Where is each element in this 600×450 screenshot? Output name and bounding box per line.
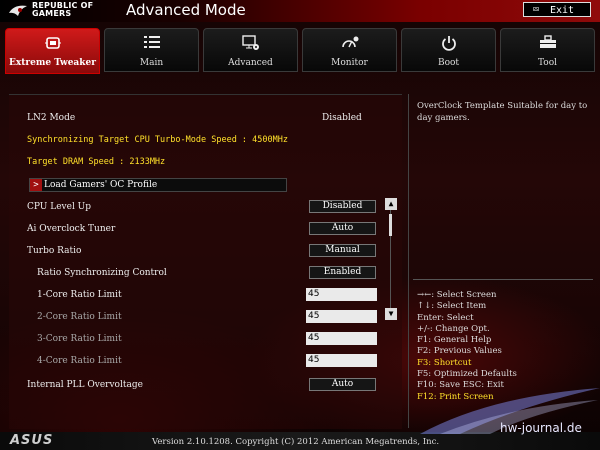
tab-advanced[interactable]: Advanced (203, 28, 298, 72)
key-hint-shortcut: F3: Shortcut (417, 357, 472, 368)
help-description: OverClock Template Suitable for day to d… (417, 101, 588, 123)
row-label: Turbo Ratio (27, 246, 82, 256)
brand-text: REPUBLIC OF GAMERS (32, 2, 93, 18)
cpu-level-up-select[interactable]: Disabled (309, 200, 376, 213)
tab-tool[interactable]: Tool (500, 28, 595, 72)
brand-line-2: GAMERS (32, 9, 72, 18)
chevron-right-icon: > (30, 179, 42, 191)
monitor-gear-icon (204, 35, 297, 53)
setting-internal-pll-overvoltage[interactable]: Internal PLL Overvoltage Auto (27, 378, 397, 392)
tab-bar: Extreme Tweaker Main Advanced Monitor Bo… (5, 28, 595, 74)
row-label: 4-Core Ratio Limit (37, 356, 122, 366)
setting-ai-overclock-tuner[interactable]: Ai Overclock Tuner Auto (27, 222, 397, 236)
key-hint: F5: Optimized Defaults (417, 369, 517, 380)
asus-logo: ASUS (10, 433, 54, 448)
settings-panel: LN2 Mode Disabled Synchronizing Target C… (9, 94, 402, 429)
help-divider (413, 279, 593, 280)
3-core-ratio-input[interactable]: 45 (306, 332, 377, 345)
exit-icon: ⮹ (532, 5, 540, 16)
power-icon (402, 35, 495, 53)
load-oc-profile-item[interactable]: > Load Gamers' OC Profile (29, 178, 287, 192)
ln2-mode-value: Disabled (322, 113, 362, 123)
key-hint: F2: Previous Values (417, 346, 502, 357)
exit-label: Exit (550, 5, 575, 16)
settings-scrollbar[interactable]: ▲ ▼ (385, 198, 397, 320)
list-icon (105, 35, 198, 53)
row-label: Ratio Synchronizing Control (37, 268, 167, 278)
tab-label: Tool (537, 58, 558, 68)
row-label: 3-Core Ratio Limit (37, 334, 122, 344)
help-panel: OverClock Template Suitable for day to d… (408, 94, 595, 428)
4-core-ratio-input[interactable]: 45 (306, 354, 377, 367)
turbo-ratio-select[interactable]: Manual (309, 244, 376, 257)
scroll-up-arrow-icon[interactable]: ▲ (385, 198, 397, 210)
watermark-text: hw-journal.de (500, 421, 582, 435)
tweaker-icon (6, 35, 99, 53)
ln2-mode-row: LN2 Mode Disabled (27, 111, 397, 125)
row-label: 2-Core Ratio Limit (37, 312, 122, 322)
header-bar: REPUBLIC OF GAMERS Advanced Mode ⮹ Exit (0, 0, 600, 22)
row-label: CPU Level Up (27, 202, 92, 212)
gauge-gear-icon (303, 35, 396, 53)
toolbox-icon (501, 35, 594, 53)
tab-label: Boot (437, 58, 460, 68)
exit-button[interactable]: ⮹ Exit (523, 2, 591, 17)
1-core-ratio-input[interactable]: 45 (306, 288, 377, 301)
tab-label: Extreme Tweaker (9, 58, 96, 68)
mode-title: Advanced Mode (126, 1, 246, 19)
dram-speed-info: Target DRAM Speed : 2133MHz (27, 157, 166, 167)
rog-eye-icon (9, 5, 27, 16)
row-label: LN2 Mode (27, 113, 76, 123)
setting-2-core-ratio-limit[interactable]: 2-Core Ratio Limit 45 (27, 310, 397, 324)
internal-pll-overvoltage-select[interactable]: Auto (309, 378, 376, 391)
setting-4-core-ratio-limit[interactable]: 4-Core Ratio Limit 45 (27, 354, 397, 368)
tab-label: Advanced (228, 58, 273, 68)
key-hint: F1: General Help (417, 335, 492, 346)
key-hint: →←: Select Screen (417, 290, 497, 300)
sync-turbo-info: Synchronizing Target CPU Turbo-Mode Spee… (27, 135, 288, 145)
scroll-thumb[interactable] (389, 214, 392, 236)
row-label: Ai Overclock Tuner (27, 224, 116, 234)
row-label: 1-Core Ratio Limit (37, 290, 122, 300)
tab-label: Monitor (331, 58, 368, 68)
tab-label: Main (139, 58, 164, 68)
key-hint: Enter: Select (417, 312, 474, 323)
setting-ratio-sync-control[interactable]: Ratio Synchronizing Control Enabled (27, 266, 397, 280)
2-core-ratio-input[interactable]: 45 (306, 310, 377, 323)
key-hint: ↑↓: Select Item (417, 301, 487, 312)
tab-monitor[interactable]: Monitor (302, 28, 397, 72)
setting-1-core-ratio-limit[interactable]: 1-Core Ratio Limit 45 (27, 288, 397, 302)
version-text: Version 2.10.1208. Copyright (C) 2012 Am… (152, 437, 440, 447)
tab-main[interactable]: Main (104, 28, 199, 72)
setting-cpu-level-up[interactable]: CPU Level Up Disabled (27, 200, 397, 214)
tab-boot[interactable]: Boot (401, 28, 496, 72)
tab-extreme-tweaker[interactable]: Extreme Tweaker (5, 28, 100, 74)
scroll-down-arrow-icon[interactable]: ▼ (385, 308, 397, 320)
setting-turbo-ratio[interactable]: Turbo Ratio Manual (27, 244, 397, 258)
key-hint: +/-: Change Opt. (417, 323, 490, 334)
load-oc-profile-label: Load Gamers' OC Profile (44, 180, 158, 190)
setting-3-core-ratio-limit[interactable]: 3-Core Ratio Limit 45 (27, 332, 397, 346)
ai-overclock-tuner-select[interactable]: Auto (309, 222, 376, 235)
row-label: Internal PLL Overvoltage (27, 380, 143, 390)
ratio-sync-control-select[interactable]: Enabled (309, 266, 376, 279)
